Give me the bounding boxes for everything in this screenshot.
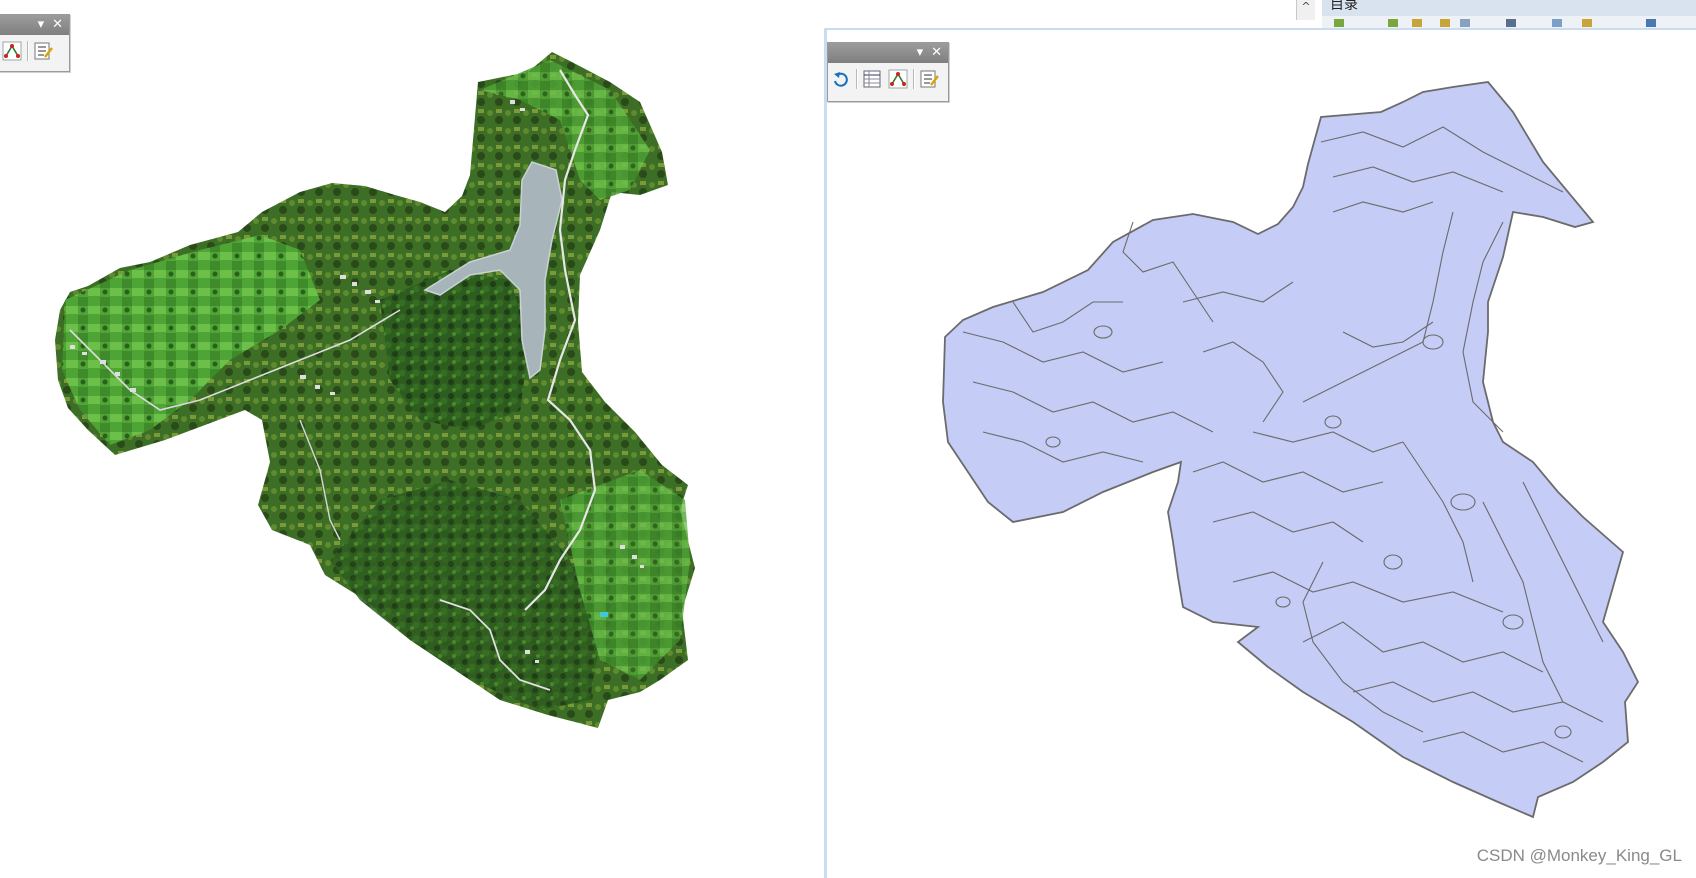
toolbar-separator (913, 69, 914, 89)
vector-polygon-map (942, 81, 1640, 819)
attributes-table-icon[interactable] (861, 68, 883, 90)
watermark: CSDN @Monkey_King_GL (1476, 846, 1682, 865)
toolbar-dropdown-icon[interactable]: ▾ (38, 15, 45, 35)
back-icon[interactable] (1334, 19, 1344, 27)
edit-vertices-icon[interactable] (887, 68, 909, 90)
catalog-tool-icon[interactable] (1552, 19, 1562, 27)
forward-icon[interactable] (1388, 19, 1398, 27)
toolbar-titlebar[interactable]: ▾ ✕ (828, 43, 948, 63)
disconnect-icon[interactable] (1460, 19, 1470, 27)
parcel-polygon-outline (942, 81, 1640, 819)
toolbar-separator (856, 69, 857, 89)
catalog-tool-icon[interactable] (1646, 19, 1656, 27)
catalog-scroll-up-button[interactable]: ^ (1296, 0, 1315, 20)
catalog-toolbar[interactable] (1322, 16, 1696, 28)
sketch-properties-icon[interactable] (32, 40, 54, 62)
folder-connect-icon[interactable] (1440, 19, 1450, 27)
toolbar-separator (27, 41, 28, 61)
editor-toolbar-right[interactable]: ▾ ✕ (827, 42, 949, 102)
toolbar-titlebar[interactable]: ▾ ✕ (0, 15, 69, 35)
toolbar-close-icon[interactable]: ✕ (52, 15, 63, 35)
left-map-view[interactable]: ▾ ✕ (0, 0, 822, 878)
catalog-panel-header[interactable]: 目录 (1322, 0, 1696, 17)
satellite-imagery-map (55, 52, 695, 728)
toolbar-close-icon[interactable]: ✕ (931, 43, 942, 63)
view-options-icon[interactable] (1506, 19, 1516, 27)
catalog-title: 目录 (1330, 0, 1358, 13)
home-icon[interactable] (1412, 19, 1422, 27)
sketch-properties-icon[interactable] (918, 68, 940, 90)
rotate-icon[interactable] (830, 68, 852, 90)
editor-toolbar-left[interactable]: ▾ ✕ (0, 14, 70, 72)
edit-vertices-icon[interactable] (1, 40, 23, 62)
catalog-tool-icon[interactable] (1582, 19, 1592, 27)
right-map-view[interactable]: ▾ ✕ CSDN @Monkey_King_GL (824, 28, 1696, 878)
toolbar-dropdown-icon[interactable]: ▾ (917, 43, 924, 63)
